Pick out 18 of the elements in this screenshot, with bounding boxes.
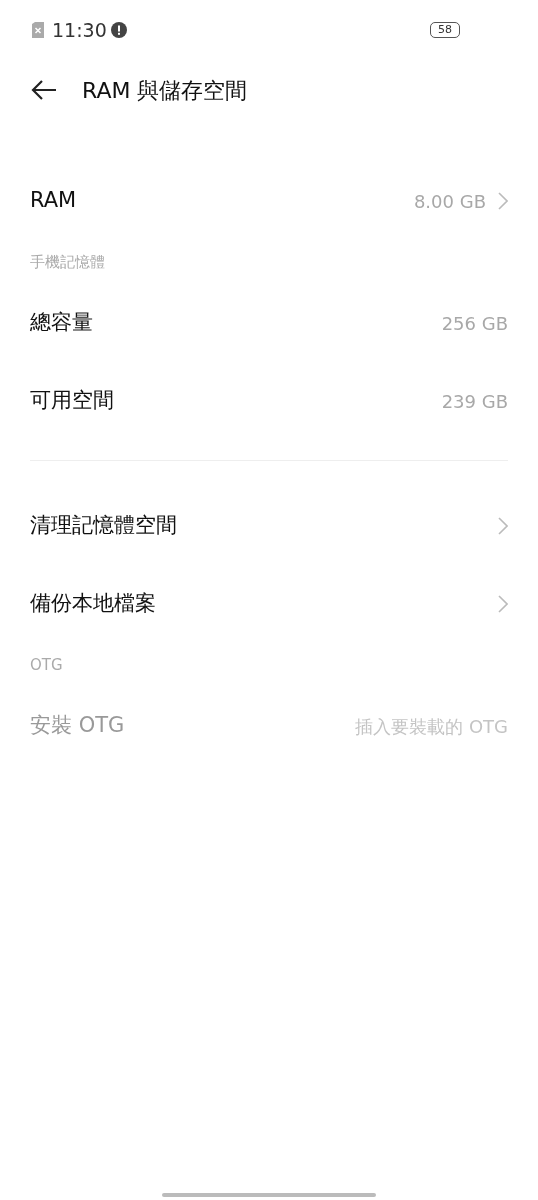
- row-label[interactable]: 總容量: [30, 307, 93, 339]
- row-label: 安裝 OTG: [30, 712, 125, 740]
- row-label[interactable]: 可用空間: [30, 385, 114, 417]
- no-sim-icon: [32, 22, 44, 38]
- clock-time: 11:30: [52, 17, 107, 43]
- battery-icon: 58: [430, 22, 460, 38]
- row-value: 239 GB: [441, 389, 508, 414]
- row-value: 256 GB: [441, 311, 508, 336]
- row-label[interactable]: 清理記憶體空間: [30, 510, 177, 542]
- page-title: RAM 與儲存空間: [82, 76, 248, 105]
- alert-icon: [110, 22, 127, 38]
- row-label[interactable]: 備份本地檔案: [30, 588, 156, 620]
- row-label[interactable]: RAM: [30, 185, 77, 217]
- section-header: 手機記憶體: [30, 251, 105, 273]
- row-value: 8.00 GB: [413, 189, 486, 214]
- row-value: 插入要裝載的 OTG: [355, 714, 508, 739]
- back-button[interactable]: [30, 78, 58, 102]
- section-header: OTG: [30, 654, 63, 676]
